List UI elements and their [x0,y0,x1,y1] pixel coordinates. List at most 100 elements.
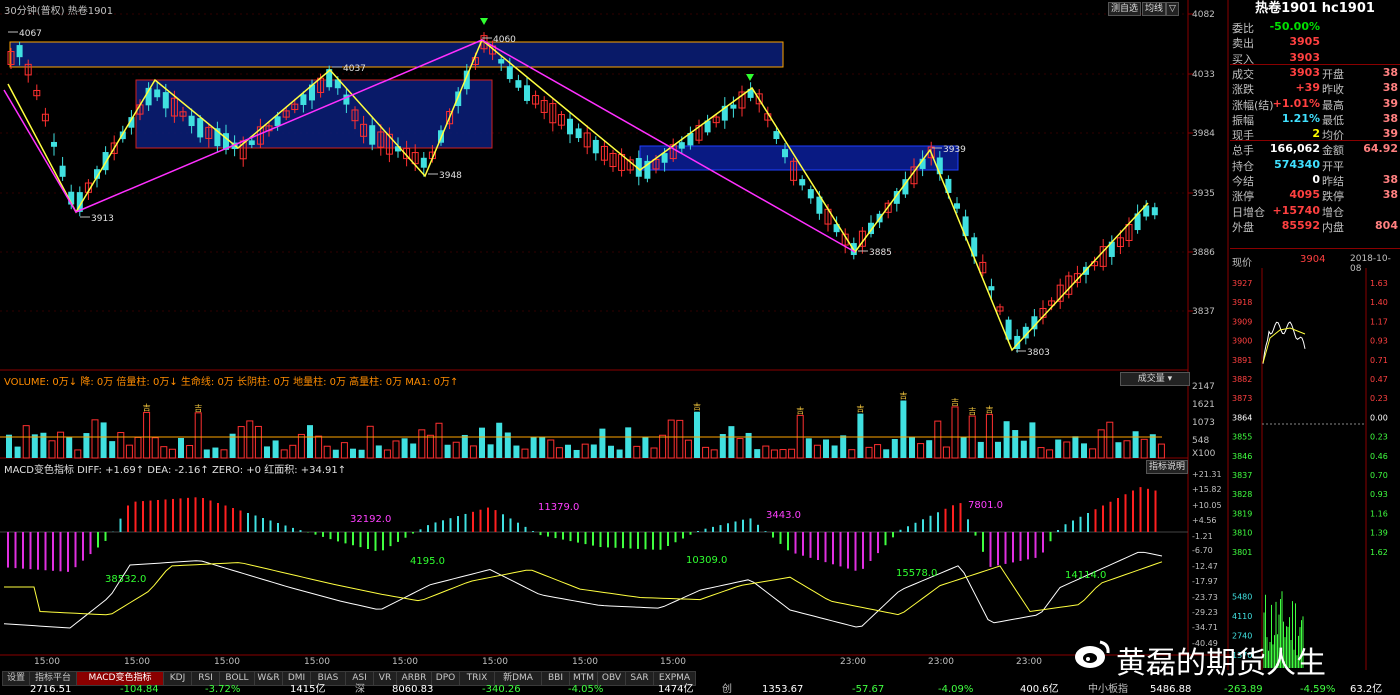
quote-row: 今结 0 昨结 38 [1230,173,1400,188]
mini-axis-label: 1.39 [1370,529,1388,538]
macd-axis-label: -23.73 [1192,593,1218,602]
volume-bar [297,433,305,459]
volume-bar [942,446,950,459]
price-axis-label: 4082 [1192,10,1215,20]
main-chart[interactable]: 40674060403739133948393938853803 吉吉吉吉吉吉吉… [0,0,1230,670]
volume-bar [1149,434,1156,458]
volume-bar [513,445,520,458]
tab-12[interactable]: DPO [431,671,460,686]
quote-row: 持仓 574340 开平 [1230,158,1400,173]
volume-bar [143,411,151,459]
tab-3[interactable]: KDJ [163,671,192,686]
volume-bar [1115,442,1122,458]
volume-bar [934,420,942,459]
mini-axis-label: 3810 [1232,529,1252,538]
candle [988,286,995,291]
tab-0[interactable]: 设置 [2,671,30,686]
volume-bar [926,440,933,458]
volume-bar [539,436,546,458]
chevron-down-icon: ▾ [1167,374,1173,384]
volume-bar [91,419,99,459]
mini-axis-label: 0.23 [1370,433,1388,442]
quote-row: 外盘 85592 内盘 804 [1230,219,1400,234]
tab-15[interactable]: BBI [541,671,570,686]
quote-row: 涨幅(结) +1.01% 最高 39 [1230,97,1400,112]
status-value: 1415亿 [290,684,326,695]
price-axis-label: 3886 [1192,248,1215,258]
volume-bar [461,434,468,458]
volume-bar [212,447,219,458]
volume-bar [280,449,288,459]
price-annotation: 4037 [343,64,366,74]
candle [567,118,573,135]
arrow-down-icon [480,18,488,25]
candle [524,85,530,101]
volume-bar [788,448,796,459]
quote-value: 85592 [1281,218,1320,232]
volume-bar [676,419,684,459]
macd-axis-label: +10.05 [1192,501,1222,510]
volume-bar [452,441,460,459]
dropdown-button[interactable]: ▽ [1166,2,1179,16]
candle [506,66,513,80]
candle [1151,207,1158,216]
quote-value: 1.21% [1281,111,1320,125]
volume-bar [1097,429,1105,459]
volume-bar [951,406,959,459]
volume-bar [100,422,107,458]
mini-axis-label: 3909 [1232,317,1252,326]
volume-marker: 吉 [194,404,202,413]
volume-bar [779,449,787,459]
volume-axis-label: 1621 [1192,400,1215,410]
volume-bar [650,447,658,459]
candle [773,131,780,140]
volume-marker: 吉 [856,405,864,414]
volume-bar [410,443,417,458]
volume-bar [383,449,391,459]
macd-area-label: 14114.0 [1065,570,1106,581]
candle [248,140,255,145]
volume-bar [1106,421,1114,459]
arrow-down-icon [746,74,754,81]
volume-bar [66,437,73,458]
status-value: -57.67 [852,684,885,695]
volume-bar [74,449,82,459]
candle [498,59,505,64]
quote-label: 成交 [1232,67,1254,81]
mini-axis-label: 4110 [1232,612,1252,621]
quote-label: 最低 [1322,113,1344,127]
macd-area-label: 3443.0 [766,510,801,521]
volume-bar [1081,443,1087,458]
volume-indicator-select[interactable]: 成交量 ▾ [1120,372,1190,386]
volume-bar [590,444,597,458]
tab-18[interactable]: SAR [625,671,654,686]
volume-bar [770,449,778,459]
volume-bar [254,425,262,459]
time-axis-label: 15:00 [214,657,240,667]
volume-marker: 吉 [796,406,804,415]
volume-bar [848,449,856,459]
quote-label: 委比 [1232,22,1254,35]
indicator-help-button[interactable]: 指标说明 [1146,460,1188,474]
mini-axis-label: 1.62 [1370,548,1388,557]
mini-axis-label: 1.17 [1370,317,1388,326]
candle [782,149,788,158]
tab-6[interactable]: W&R [254,671,283,686]
ma-button[interactable]: 均线 [1142,2,1167,16]
macd-area-label: 32192.0 [350,514,391,525]
volume-bar [504,432,511,458]
candle [807,189,814,199]
volume-bar [1123,440,1131,459]
status-value: -3.72% [205,684,241,695]
candle [59,165,66,177]
mini-axis-label: 0.23 [1370,394,1388,403]
status-value: 1474亿 [658,684,694,695]
quote-row: 卖出 3905 [1230,35,1400,50]
time-axis-label: 15:00 [392,657,418,667]
add-watchlist-button[interactable]: 测自选 [1108,2,1142,16]
mini-axis-label: 0.93 [1370,337,1388,346]
volume-bar [358,449,365,458]
volume-bar [883,449,890,458]
volume-bar [323,445,331,459]
quote-value: +1.01% [1272,96,1320,110]
